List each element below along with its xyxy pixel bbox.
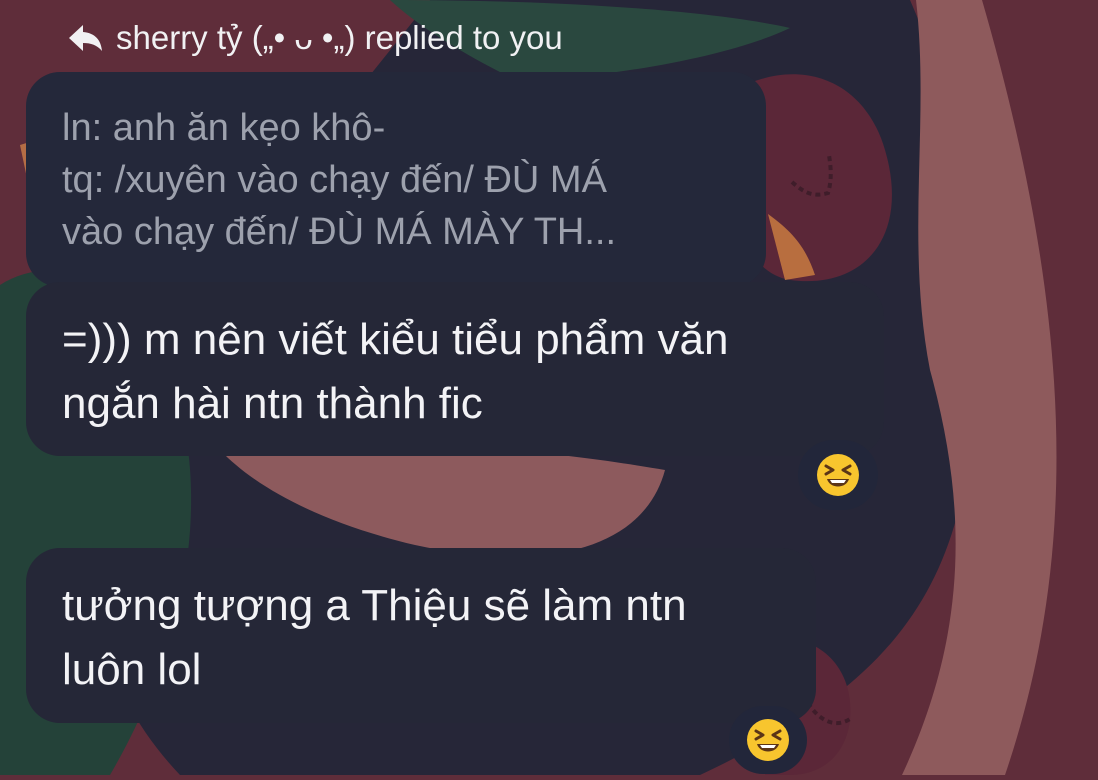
quoted-message-line: vào chạy đến/ ĐÙ MÁ MÀY TH... <box>62 211 617 253</box>
laughing-reaction-badge[interactable] <box>729 706 807 774</box>
followup-message-bubble[interactable]: tưởng tượng a Thiệu sẽ làm ntn luôn lol <box>26 548 816 723</box>
message-text-line: =))) m nên viết kiểu tiểu phẩm văn <box>62 315 729 364</box>
quoted-message-line: ln: anh ăn kẹo khô- <box>62 107 386 149</box>
reply-message-bubble[interactable]: =))) m nên viết kiểu tiểu phẩm văn ngắn … <box>26 282 884 456</box>
quoted-message-bubble[interactable]: ln: anh ăn kẹo khô- tq: /xuyên vào chạy … <box>26 72 766 287</box>
message-text-line: luôn lol <box>62 645 202 694</box>
replied-to-you-header: sherry tỷ („• ᴗ •„) replied to you <box>66 14 563 62</box>
reply-arrow-icon <box>66 20 106 56</box>
grinning-squinting-face-emoji-icon <box>747 719 789 761</box>
grinning-squinting-face-emoji-icon <box>817 454 859 496</box>
laughing-reaction-badge[interactable] <box>798 440 878 510</box>
message-text-line: tưởng tượng a Thiệu sẽ làm ntn <box>62 581 687 630</box>
quoted-message-line: tq: /xuyên vào chạy đến/ ĐÙ MÁ <box>62 159 607 201</box>
reply-header-text: sherry tỷ („• ᴗ •„) replied to you <box>116 19 563 56</box>
message-text-line: ngắn hài ntn thành fic <box>62 379 483 428</box>
